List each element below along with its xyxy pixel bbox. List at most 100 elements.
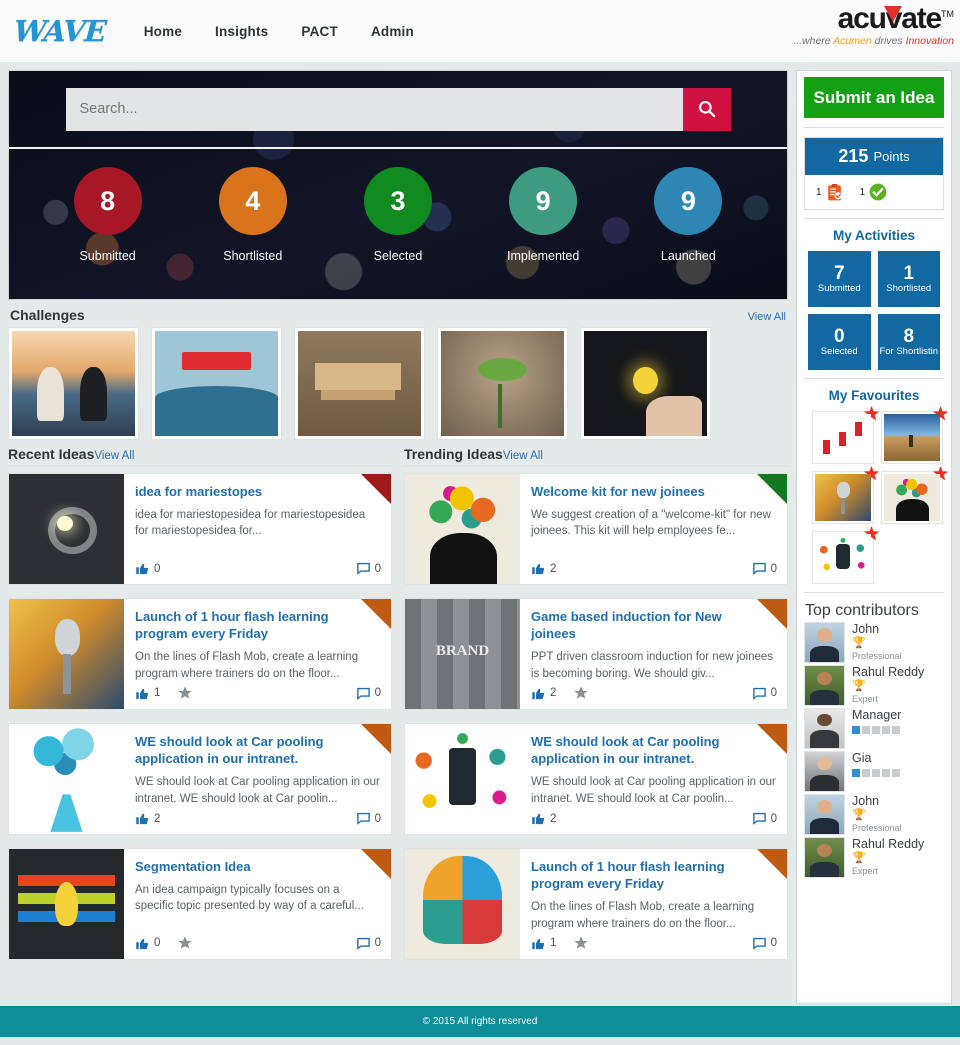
favourite-control[interactable] (573, 685, 589, 701)
like-control[interactable]: 2 (531, 561, 556, 576)
like-control[interactable]: 2 (135, 811, 160, 826)
wave-logo[interactable]: WAVE (13, 14, 107, 48)
idea-card[interactable]: Segmentation Idea An idea campaign typic… (8, 848, 392, 960)
idea-card-body: Welcome kit for new joinees We suggest c… (520, 474, 787, 584)
idea-card-meta: 0 0 (135, 935, 381, 953)
favourite-item[interactable]: ★ (881, 405, 949, 464)
idea-card-image (9, 849, 124, 959)
stat-submitted[interactable]: 8 Submitted (43, 167, 173, 263)
nav-item-admin[interactable]: Admin (371, 24, 414, 39)
idea-card-title[interactable]: Launch of 1 hour flash learning program … (531, 858, 777, 892)
contributor-info: John 🏆 Professional (852, 622, 902, 663)
activity-label: Shortlisted (886, 282, 932, 294)
challenge-item[interactable] (437, 327, 568, 440)
contributor-item[interactable]: Gia (804, 751, 944, 792)
recent-ideas-title: Recent Ideas (8, 446, 95, 462)
favourite-item[interactable]: ★ (812, 405, 880, 464)
activity-value: 7 (833, 262, 845, 284)
idea-card-meta: 0 0 (135, 561, 381, 578)
stat-launched[interactable]: 9 Launched (623, 167, 753, 263)
comment-control[interactable]: 0 (752, 936, 777, 951)
comment-control[interactable]: 0 (752, 561, 777, 576)
nav-item-insights[interactable]: Insights (215, 24, 268, 39)
activity-label: Selected (820, 345, 858, 357)
idea-card-meta: 1 0 (135, 685, 381, 703)
challenge-item[interactable] (294, 327, 425, 440)
idea-card-title[interactable]: Welcome kit for new joinees (531, 483, 777, 500)
idea-card-title[interactable]: Launch of 1 hour flash learning program … (135, 608, 381, 642)
comment-control[interactable]: 0 (752, 811, 777, 826)
activity-tile-submitted[interactable]: 7 Submitted (808, 251, 871, 307)
letterpress-brand-image (405, 599, 520, 709)
search-input[interactable] (65, 87, 683, 131)
contributor-item[interactable]: John 🏆 Professional (804, 794, 944, 835)
like-control[interactable]: 1 (531, 936, 556, 951)
idea-card[interactable]: idea for mariestopes idea for mariestope… (8, 473, 392, 585)
badge-approved[interactable]: 1 (860, 182, 889, 202)
comment-count: 0 (770, 937, 777, 949)
comment-control[interactable]: 0 (752, 686, 777, 701)
contributor-rank: Expert (852, 865, 879, 876)
search-button[interactable] (682, 87, 731, 131)
recent-ideas-view-all-link[interactable]: View All (94, 450, 134, 462)
science-flask-image (9, 724, 124, 834)
idea-card[interactable]: Welcome kit for new joinees We suggest c… (404, 473, 788, 585)
trending-ideas-view-all-link[interactable]: View All (503, 450, 543, 462)
activity-tile-shortlisted[interactable]: 1 Shortlisted (877, 251, 940, 307)
comment-count: 0 (770, 562, 777, 575)
challenge-item[interactable] (580, 327, 711, 440)
idea-card-title[interactable]: WE should look at Car pooling applicatio… (135, 733, 381, 767)
badge-clipboard[interactable]: 1 (816, 183, 844, 202)
submit-idea-button[interactable]: Submit an Idea (804, 77, 944, 118)
favourite-control[interactable] (573, 935, 589, 951)
idea-card[interactable]: Launch of 1 hour flash learning program … (8, 598, 392, 710)
like-control[interactable]: 0 (135, 561, 160, 576)
idea-card[interactable]: Launch of 1 hour flash learning program … (404, 848, 788, 960)
stat-label: Implemented (507, 249, 580, 263)
like-control[interactable]: 2 (531, 686, 556, 701)
like-control[interactable]: 2 (531, 811, 556, 826)
comment-count: 0 (770, 812, 777, 825)
like-control[interactable]: 0 (135, 936, 160, 951)
contributor-item[interactable]: Rahul Reddy 🏆 Expert (804, 837, 944, 878)
nav-item-pact[interactable]: PACT (301, 24, 338, 39)
contributor-name: Manager (852, 708, 902, 722)
idea-card-title[interactable]: WE should look at Car pooling applicatio… (531, 733, 777, 767)
contributor-item[interactable]: Manager (804, 708, 944, 749)
status-ribbon-orange (757, 724, 787, 754)
contributor-rank: Professional (852, 822, 902, 833)
challenge-item[interactable] (8, 327, 139, 440)
comment-control[interactable]: 0 (356, 561, 381, 576)
comment-control[interactable]: 0 (356, 936, 381, 951)
comment-count: 0 (770, 687, 777, 699)
challenges-view-all-link[interactable]: View All (748, 311, 786, 323)
idea-card[interactable]: Game based induction for New joinees PPT… (404, 598, 788, 710)
brand-tagline: ...where Acumen drives Innovation (744, 35, 954, 47)
idea-card-title[interactable]: Segmentation Idea (135, 858, 381, 875)
idea-card-title[interactable]: Game based induction for New joinees (531, 608, 777, 642)
contributor-item[interactable]: Rahul Reddy 🏆 Expert (804, 665, 944, 706)
stat-selected[interactable]: 3 Selected (333, 167, 463, 263)
activity-tile-selected[interactable]: 0 Selected (808, 314, 871, 370)
comment-control[interactable]: 0 (356, 811, 381, 826)
favourite-item[interactable]: ★ (812, 465, 880, 524)
avatar (804, 622, 845, 663)
idea-card[interactable]: WE should look at Car pooling applicatio… (404, 723, 788, 835)
favourite-item[interactable]: ★ (881, 465, 949, 524)
favourite-control[interactable] (177, 685, 193, 701)
contributor-item[interactable]: John 🏆 Professional (804, 622, 944, 663)
comment-control[interactable]: 0 (356, 686, 381, 701)
favourite-item[interactable]: ★ (812, 525, 880, 584)
activity-tile-for-shortlisting[interactable]: 8 For Shortlistin (877, 314, 940, 370)
challenge-item[interactable] (151, 327, 282, 440)
like-count: 0 (154, 562, 161, 575)
idea-card-title[interactable]: idea for mariestopes (135, 483, 381, 500)
stat-implemented[interactable]: 9 Implemented (478, 167, 608, 263)
idea-card[interactable]: WE should look at Car pooling applicatio… (8, 723, 392, 835)
challenge-thumbnail (155, 331, 278, 436)
nav-item-home[interactable]: Home (144, 24, 182, 39)
favourite-control[interactable] (177, 935, 193, 951)
stat-shortlisted[interactable]: 4 Shortlisted (188, 167, 318, 263)
like-control[interactable]: 1 (135, 686, 160, 701)
acuvate-brand-logo: acu vateTM ...where Acumen drives Innovat… (744, 4, 954, 48)
